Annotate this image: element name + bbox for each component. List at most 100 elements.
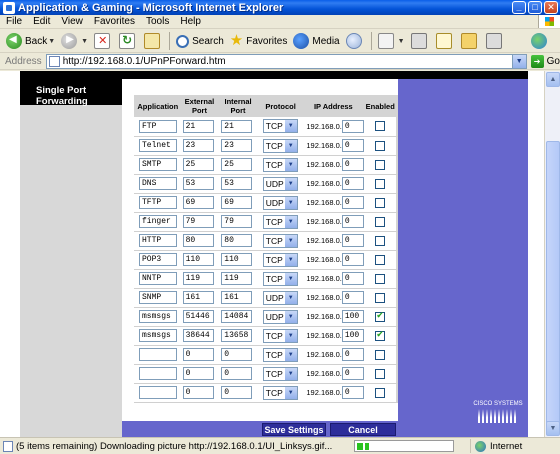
chevron-down-icon[interactable]: ▼ (284, 291, 297, 304)
enabled-checkbox[interactable] (375, 254, 386, 265)
menu-file[interactable]: File (0, 16, 27, 27)
chevron-down-icon[interactable]: ▼ (284, 158, 297, 171)
protocol-select[interactable]: UDP ▼ (262, 290, 298, 305)
external-port-input[interactable]: 161 (182, 291, 214, 304)
protocol-select[interactable]: TCP ▼ (262, 385, 298, 400)
application-name-input[interactable]: msmsgs (139, 310, 177, 323)
enabled-checkbox[interactable] (375, 140, 386, 151)
chevron-down-icon[interactable]: ▼ (284, 177, 297, 190)
menu-favorites[interactable]: Favorites (88, 16, 140, 27)
scroll-down-icon[interactable]: ▼ (546, 421, 560, 436)
application-name-input[interactable] (139, 367, 177, 380)
application-name-input[interactable]: finger (139, 215, 177, 228)
protocol-select[interactable]: UDP ▼ (262, 309, 298, 324)
menu-tools[interactable]: Tools (140, 16, 174, 27)
research-button[interactable] (483, 31, 508, 51)
external-port-input[interactable]: 79 (182, 215, 214, 228)
forward-button[interactable]: ▼ (58, 31, 91, 51)
external-port-input[interactable]: 38644 (182, 329, 214, 342)
internal-port-input[interactable]: 110 (221, 253, 253, 266)
internal-port-input[interactable]: 13658 (221, 329, 253, 342)
application-name-input[interactable]: TFTP (139, 196, 177, 209)
mail-dropdown-icon[interactable]: ▼ (398, 38, 405, 45)
enabled-checkbox[interactable] (375, 310, 386, 322)
address-dropdown-icon[interactable]: ▼ (511, 55, 526, 68)
protocol-select[interactable]: TCP ▼ (262, 138, 298, 153)
application-name-input[interactable]: msmsgs (139, 329, 177, 342)
ip-last-octet-input[interactable]: 0 (341, 367, 364, 380)
internal-port-input[interactable]: 0 (221, 348, 253, 361)
ip-last-octet-input[interactable]: 0 (341, 253, 364, 266)
internal-port-input[interactable]: 119 (221, 272, 253, 285)
external-port-input[interactable]: 21 (182, 119, 214, 133)
protocol-select[interactable]: UDP ▼ (262, 176, 298, 191)
minimize-button[interactable]: _ (512, 1, 526, 14)
ip-last-octet-input[interactable]: 100 (341, 310, 364, 323)
edit-button[interactable] (433, 31, 458, 51)
external-port-input[interactable]: 0 (182, 367, 214, 380)
ip-last-octet-input[interactable]: 0 (341, 272, 364, 285)
scroll-up-icon[interactable]: ▲ (546, 72, 560, 87)
external-port-input[interactable]: 51446 (182, 310, 214, 323)
protocol-select[interactable]: TCP ▼ (262, 214, 298, 229)
external-port-input[interactable]: 0 (182, 386, 214, 399)
protocol-select[interactable]: TCP ▼ (262, 233, 298, 248)
internal-port-input[interactable]: 80 (221, 234, 253, 247)
application-name-input[interactable]: NNTP (139, 272, 177, 285)
ip-last-octet-input[interactable]: 0 (341, 158, 364, 171)
enabled-checkbox[interactable] (375, 273, 386, 284)
back-button[interactable]: Back ▼ (3, 31, 58, 51)
chevron-down-icon[interactable]: ▼ (284, 234, 297, 247)
media-button[interactable]: Media (290, 31, 342, 51)
application-name-input[interactable]: HTTP (139, 234, 177, 247)
chevron-down-icon[interactable]: ▼ (284, 272, 297, 285)
protocol-select[interactable]: TCP ▼ (262, 157, 298, 172)
application-name-input[interactable]: FTP (139, 119, 177, 133)
forward-dropdown-icon[interactable]: ▼ (81, 38, 88, 45)
menu-help[interactable]: Help (174, 16, 206, 27)
history-button[interactable] (343, 31, 368, 51)
enabled-checkbox[interactable] (375, 216, 386, 227)
external-port-input[interactable]: 53 (182, 177, 214, 190)
close-button[interactable]: ✕ (544, 1, 558, 14)
scroll-thumb[interactable] (546, 141, 560, 431)
chevron-down-icon[interactable]: ▼ (284, 215, 297, 228)
ip-last-octet-input[interactable]: 0 (341, 291, 364, 304)
application-name-input[interactable]: Telnet (139, 139, 177, 152)
chevron-down-icon[interactable]: ▼ (284, 386, 297, 399)
internal-port-input[interactable]: 0 (221, 386, 253, 399)
external-port-input[interactable]: 25 (182, 158, 214, 171)
search-button[interactable]: Search (173, 31, 227, 51)
enabled-checkbox[interactable] (375, 178, 386, 189)
ip-last-octet-input[interactable]: 0 (341, 139, 364, 152)
protocol-select[interactable]: TCP ▼ (262, 366, 298, 381)
go-button[interactable]: ➔ Go (530, 55, 560, 68)
protocol-select[interactable]: TCP ▼ (262, 347, 298, 362)
chevron-down-icon[interactable]: ▼ (284, 253, 297, 266)
enabled-checkbox[interactable] (375, 235, 386, 246)
protocol-select[interactable]: TCP ▼ (262, 119, 298, 134)
menu-view[interactable]: View (55, 16, 88, 27)
cancel-changes-button[interactable]: Cancel Changes (330, 423, 396, 436)
chevron-down-icon[interactable]: ▼ (284, 329, 297, 342)
protocol-select[interactable]: TCP ▼ (262, 328, 298, 343)
protocol-select[interactable]: TCP ▼ (262, 271, 298, 286)
protocol-select[interactable]: TCP ▼ (262, 252, 298, 267)
internal-port-input[interactable]: 161 (221, 291, 253, 304)
enabled-checkbox[interactable] (375, 292, 386, 303)
internal-port-input[interactable]: 23 (221, 139, 253, 152)
enabled-checkbox[interactable] (375, 121, 386, 132)
application-name-input[interactable]: POP3 (139, 253, 177, 266)
external-port-input[interactable]: 69 (182, 196, 214, 209)
external-port-input[interactable]: 0 (182, 348, 214, 361)
external-port-input[interactable]: 110 (182, 253, 214, 266)
external-port-input[interactable]: 80 (182, 234, 214, 247)
maximize-button[interactable]: □ (528, 1, 542, 14)
address-input[interactable]: http://192.168.0.1/UPnPForward.htm ▼ (45, 54, 527, 69)
internal-port-input[interactable]: 21 (221, 119, 253, 133)
enabled-checkbox[interactable] (375, 197, 386, 208)
application-name-input[interactable]: SMTP (139, 158, 177, 171)
ip-last-octet-input[interactable]: 0 (341, 215, 364, 228)
ip-last-octet-input[interactable]: 0 (341, 386, 364, 399)
enabled-checkbox[interactable] (375, 329, 386, 341)
